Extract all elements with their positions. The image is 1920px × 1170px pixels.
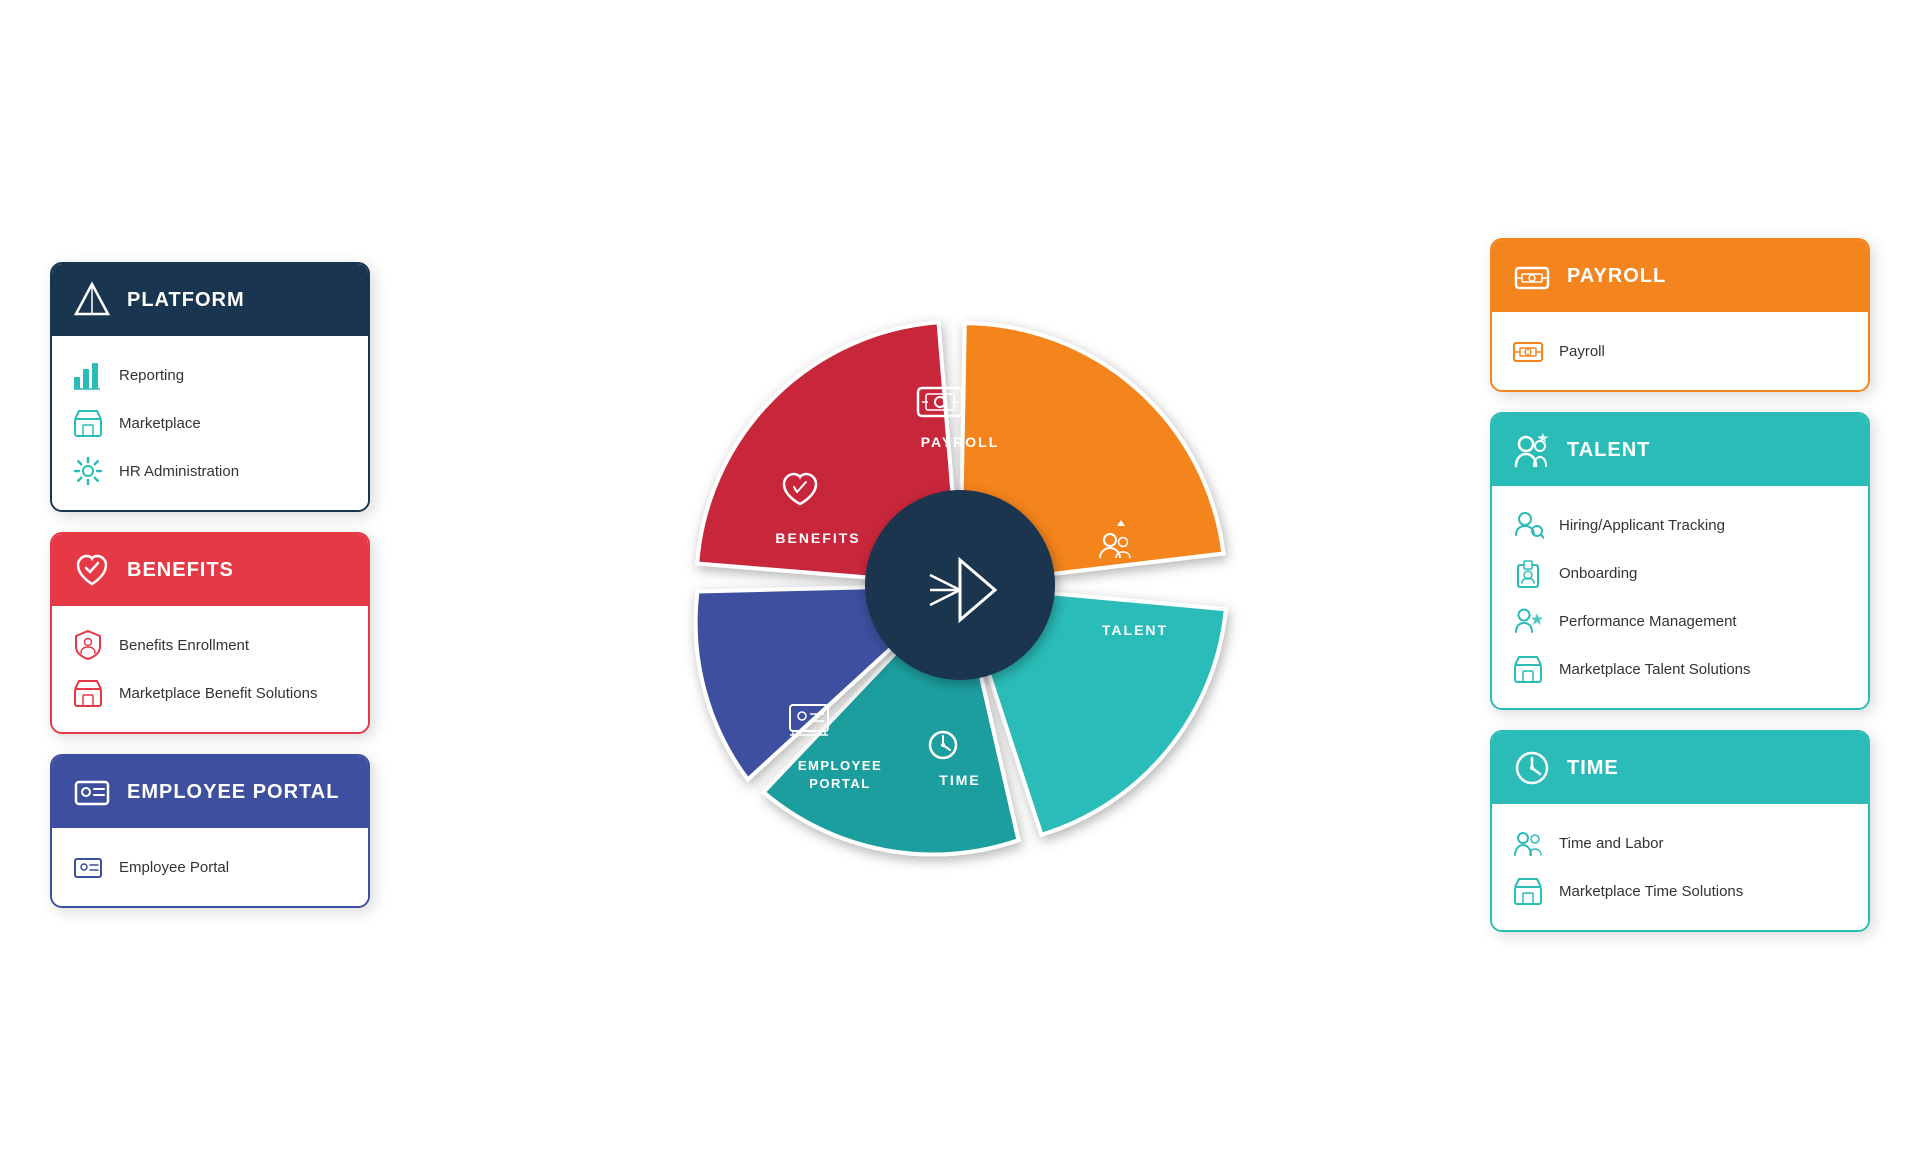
clipboard-icon [1512, 557, 1544, 589]
bar-chart-icon [72, 359, 104, 391]
employee-portal-card-header: EMPLOYEE PORTAL [52, 756, 368, 828]
talent-store-icon [1512, 653, 1544, 685]
svg-text:TIME: TIME [939, 772, 980, 788]
payroll-item-label: Payroll [1559, 343, 1605, 360]
payroll-card-body: Payroll [1492, 312, 1868, 390]
benefits-header-label: BENEFITS [127, 559, 234, 582]
benefits-card: BENEFITS Benefits Enrollment [50, 532, 370, 734]
employee-header-icon [72, 772, 112, 812]
svg-text:BENEFITS: BENEFITS [775, 530, 860, 546]
money-icon [1512, 335, 1544, 367]
time-header-label: TIME [1567, 757, 1619, 780]
store-icon [72, 407, 104, 439]
benefits-enrollment-label: Benefits Enrollment [119, 637, 249, 654]
benefits-item-marketplace[interactable]: Marketplace Benefit Solutions [72, 669, 348, 717]
payroll-card-header: PAYROLL [1492, 240, 1868, 312]
time-card-body: Time and Labor Marketplace Time Solution… [1492, 804, 1868, 930]
platform-item-hr[interactable]: HR Administration [72, 447, 348, 495]
svg-text:TALENT: TALENT [1102, 622, 1168, 638]
talent-card: TALENT Hiring/Applicant Tracking [1490, 412, 1870, 710]
person-star-icon [1512, 605, 1544, 637]
benefits-header-icon [72, 550, 112, 590]
benefits-marketplace-label: Marketplace Benefit Solutions [119, 685, 317, 702]
employee-portal-card-body: Employee Portal [52, 828, 368, 906]
platform-item-reporting[interactable]: Reporting [72, 351, 348, 399]
benefits-card-header: BENEFITS [52, 534, 368, 606]
left-cards: PLATFORM Reporting [50, 262, 370, 908]
svg-text:EMPLOYEE: EMPLOYEE [798, 758, 882, 773]
svg-text:PORTAL: PORTAL [809, 776, 870, 791]
talent-hiring-label: Hiring/Applicant Tracking [1559, 517, 1725, 534]
talent-marketplace-label: Marketplace Talent Solutions [1559, 661, 1751, 678]
time-item-marketplace[interactable]: Marketplace Time Solutions [1512, 867, 1848, 915]
talent-item-onboarding[interactable]: Onboarding [1512, 549, 1848, 597]
shield-person-icon [72, 629, 104, 661]
time-labor-label: Time and Labor [1559, 835, 1664, 852]
talent-item-hiring[interactable]: Hiring/Applicant Tracking [1512, 501, 1848, 549]
talent-header-label: TALENT [1567, 439, 1650, 462]
time-card: TIME Time and Labor [1490, 730, 1870, 932]
platform-hr-label: HR Administration [119, 463, 239, 480]
time-store-icon [1512, 875, 1544, 907]
time-marketplace-label: Marketplace Time Solutions [1559, 883, 1743, 900]
gear-icon [72, 455, 104, 487]
talent-onboarding-label: Onboarding [1559, 565, 1637, 582]
payroll-card: PAYROLL Payroll [1490, 238, 1870, 392]
talent-item-marketplace[interactable]: Marketplace Talent Solutions [1512, 645, 1848, 693]
main-container: PLATFORM Reporting [0, 0, 1920, 1170]
payroll-item[interactable]: Payroll [1512, 327, 1848, 375]
talent-performance-label: Performance Management [1559, 613, 1737, 630]
platform-item-marketplace[interactable]: Marketplace [72, 399, 348, 447]
employee-portal-card: EMPLOYEE PORTAL Employee Portal [50, 754, 370, 908]
payroll-header-icon [1512, 256, 1552, 296]
payroll-header-label: PAYROLL [1567, 265, 1666, 288]
talent-card-header: TALENT [1492, 414, 1868, 486]
employee-portal-label: Employee Portal [119, 859, 229, 876]
people-icon [1512, 827, 1544, 859]
platform-card-body: Reporting Marketplace [52, 336, 368, 510]
marketplace-icon [72, 677, 104, 709]
platform-marketplace-label: Marketplace [119, 415, 201, 432]
search-person-icon [1512, 509, 1544, 541]
employee-portal-header-label: EMPLOYEE PORTAL [127, 781, 339, 804]
svg-text:PAYROLL: PAYROLL [921, 434, 1000, 450]
talent-header-icon [1512, 430, 1552, 470]
talent-card-body: Hiring/Applicant Tracking Onboarding [1492, 486, 1868, 708]
employee-portal-item[interactable]: Employee Portal [72, 843, 348, 891]
person-screen-icon [72, 851, 104, 883]
platform-card: PLATFORM Reporting [50, 262, 370, 512]
time-header-icon [1512, 748, 1552, 788]
right-cards: PAYROLL Payroll [1490, 238, 1870, 932]
time-card-header: TIME [1492, 732, 1868, 804]
platform-card-header: PLATFORM [52, 264, 368, 336]
wheel-container: PAYROLL TALENT TIME [670, 295, 1250, 875]
platform-header-icon [72, 280, 112, 320]
benefits-card-body: Benefits Enrollment Marketplace Benefit … [52, 606, 368, 732]
talent-item-performance[interactable]: Performance Management [1512, 597, 1848, 645]
time-item-labor[interactable]: Time and Labor [1512, 819, 1848, 867]
benefits-item-enrollment[interactable]: Benefits Enrollment [72, 621, 348, 669]
platform-header-label: PLATFORM [127, 289, 245, 312]
platform-reporting-label: Reporting [119, 367, 184, 384]
